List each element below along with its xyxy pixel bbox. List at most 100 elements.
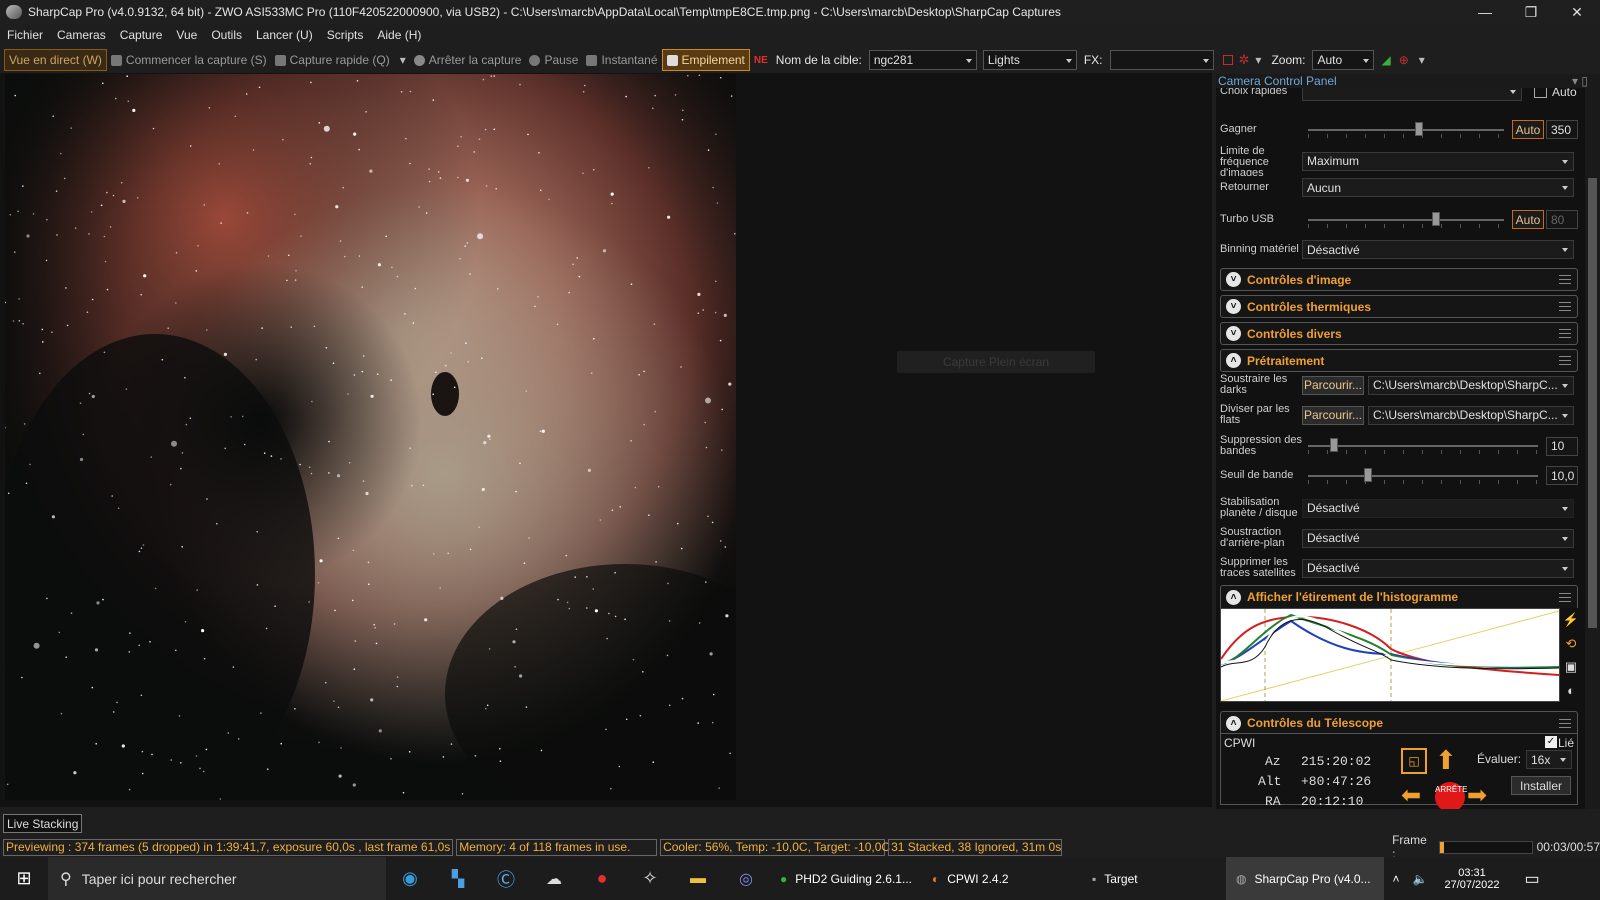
- target-name-combo[interactable]: ngc281: [868, 50, 977, 70]
- quick-choice-select[interactable]: [1302, 88, 1522, 101]
- maximize-button[interactable]: ❐: [1508, 0, 1554, 24]
- cortana-icon[interactable]: Ⓒ: [482, 857, 530, 900]
- app-icon[interactable]: ▚: [434, 857, 482, 900]
- menu-outils[interactable]: Outils: [204, 28, 249, 42]
- usb-turbo-auto-button[interactable]: Auto: [1512, 210, 1544, 229]
- gain-auto-button[interactable]: Auto: [1512, 120, 1544, 139]
- section-misc-controls[interactable]: ˅ Contrôles divers: [1220, 322, 1578, 345]
- arrow-up-icon[interactable]: ⬆: [1435, 746, 1457, 774]
- linked-checkbox[interactable]: ✓: [1545, 736, 1557, 748]
- banding-slider[interactable]: [1308, 438, 1538, 454]
- chevron-down-icon[interactable]: ▾: [1255, 53, 1261, 67]
- hamburger-icon[interactable]: [1559, 718, 1571, 728]
- gain-slider[interactable]: [1308, 121, 1504, 138]
- minimize-button[interactable]: —: [1462, 0, 1508, 24]
- stacking-button[interactable]: Empilement: [661, 49, 750, 71]
- fullscreen-capture-button[interactable]: Capture Plein écran: [897, 351, 1095, 373]
- chevron-down-icon[interactable]: ▾: [400, 53, 406, 67]
- chevron-down-icon[interactable]: ▾: [1419, 53, 1425, 67]
- menu-lancer[interactable]: Lancer (U): [249, 28, 320, 42]
- discord-icon[interactable]: ◎: [722, 857, 770, 900]
- start-capture-button[interactable]: Commencer la capture (S): [107, 49, 271, 71]
- background-select[interactable]: Désactivé: [1302, 528, 1574, 548]
- section-preprocessing[interactable]: ˄ Prétraitement: [1220, 349, 1578, 372]
- flats-path-select[interactable]: C:\Users\marcb\Desktop\SharpC...: [1368, 405, 1574, 425]
- section-histogram[interactable]: ˄ Afficher l'étirement de l'histogramme: [1220, 585, 1578, 608]
- menu-vue[interactable]: Vue: [169, 28, 204, 42]
- menu-scripts[interactable]: Scripts: [320, 28, 371, 42]
- rate-select[interactable]: 16x: [1526, 750, 1572, 769]
- save-icon[interactable]: ▣: [1565, 659, 1577, 675]
- magnifier-icon[interactable]: ⊕: [1399, 53, 1409, 67]
- snapshot-button[interactable]: Instantané: [582, 49, 661, 71]
- section-telescope[interactable]: ˄ Contrôles du Télescope: [1220, 711, 1578, 734]
- histogram-chart[interactable]: [1220, 608, 1560, 702]
- clock[interactable]: 03:31 27/07/2022: [1432, 857, 1512, 900]
- live-view-button[interactable]: Vue en direct (W): [4, 49, 107, 71]
- usb-turbo-slider-thumb[interactable]: [1432, 211, 1441, 226]
- satellite-select[interactable]: Désactivé: [1302, 558, 1574, 578]
- menu-fichier[interactable]: Fichier: [0, 28, 50, 42]
- auto-checkbox[interactable]: [1534, 88, 1547, 98]
- close-button[interactable]: ✕: [1554, 0, 1600, 24]
- usb-turbo-value[interactable]: 80: [1546, 210, 1578, 229]
- menu-aide[interactable]: Aide (H): [370, 28, 428, 42]
- hamburger-icon[interactable]: [1559, 302, 1571, 311]
- arrow-right-icon[interactable]: ➡: [1467, 784, 1487, 808]
- stabilization-select[interactable]: Désactivé: [1302, 498, 1574, 518]
- banding-slider-thumb[interactable]: [1330, 438, 1339, 452]
- zoom-combo[interactable]: Auto: [1312, 50, 1375, 70]
- taskbar-app-phd2[interactable]: ● PHD2 Guiding 2.6.1...: [770, 857, 922, 900]
- weather-icon[interactable]: ☁: [530, 857, 578, 900]
- live-stacking-tab[interactable]: Live Stacking: [3, 814, 83, 833]
- folder-icon[interactable]: ▬: [674, 857, 722, 900]
- pin-icon[interactable]: ▾ ▯: [1572, 74, 1588, 88]
- fps-select[interactable]: Maximum: [1302, 151, 1574, 171]
- flats-browse-button[interactable]: Parcourir...: [1302, 405, 1364, 425]
- binning-select[interactable]: Désactivé: [1302, 240, 1574, 259]
- lightning-icon[interactable]: ⚡: [1563, 612, 1579, 628]
- volume-icon[interactable]: 🔈: [1408, 857, 1432, 900]
- taskbar-app-sharpcap[interactable]: ◍ SharpCap Pro (v4.0...: [1226, 857, 1384, 900]
- pause-button[interactable]: Pause: [525, 49, 582, 71]
- menu-capture[interactable]: Capture: [113, 28, 170, 42]
- hamburger-icon[interactable]: [1559, 356, 1571, 365]
- quick-capture-button[interactable]: Capture rapide (Q) ▾: [271, 49, 410, 71]
- fx-combo[interactable]: [1109, 50, 1214, 70]
- reset-icon[interactable]: ⟲: [1566, 636, 1577, 652]
- usb-turbo-slider[interactable]: [1308, 211, 1504, 228]
- histogram-icon[interactable]: ◢: [1381, 53, 1390, 67]
- menu-cameras[interactable]: Cameras: [50, 28, 113, 42]
- start-button[interactable]: ⊞: [0, 857, 48, 900]
- flip-select[interactable]: Aucun: [1302, 178, 1574, 197]
- park-icon[interactable]: ◱: [1401, 748, 1427, 774]
- arrow-left-icon[interactable]: ⬅: [1401, 784, 1421, 808]
- section-thermal-controls[interactable]: ˅ Contrôles thermiques: [1220, 295, 1578, 318]
- frame-type-combo[interactable]: Lights: [982, 50, 1077, 70]
- tray-chevron-icon[interactable]: ˄: [1384, 857, 1408, 900]
- reticle-icon[interactable]: ✲: [1239, 52, 1250, 68]
- gain-slider-thumb[interactable]: [1415, 121, 1424, 136]
- crop-icon[interactable]: [1222, 55, 1233, 65]
- stop-button[interactable]: ARRÊTE: [1435, 782, 1467, 809]
- scrollbar-thumb[interactable]: [1588, 178, 1597, 628]
- install-button[interactable]: Installer: [1511, 776, 1571, 795]
- darks-browse-button[interactable]: Parcourir...: [1302, 375, 1364, 395]
- taskbar-search[interactable]: ⚲ Taper ici pour rechercher: [48, 857, 386, 900]
- hamburger-icon[interactable]: [1559, 592, 1571, 602]
- taskbar-app-target[interactable]: ▪ Target: [1074, 857, 1226, 900]
- gain-value[interactable]: 350: [1546, 120, 1578, 139]
- red-app-icon[interactable]: ●: [578, 857, 626, 900]
- stop-capture-button[interactable]: Arrêter la capture: [410, 49, 526, 71]
- contrast-icon[interactable]: ◐: [1567, 683, 1575, 698]
- edge-icon[interactable]: ◉: [386, 857, 434, 900]
- darks-path-select[interactable]: C:\Users\marcb\Desktop\SharpC...: [1368, 375, 1574, 395]
- threshold-slider-thumb[interactable]: [1363, 467, 1372, 482]
- threshold-slider[interactable]: [1308, 467, 1538, 484]
- notification-icon[interactable]: ▭: [1512, 857, 1552, 900]
- hamburger-icon[interactable]: [1559, 329, 1571, 338]
- section-image-controls[interactable]: ˅ Contrôles d'image: [1220, 268, 1578, 291]
- taskbar-app-cpwi[interactable]: ◐ CPWI 2.4.2: [922, 857, 1074, 900]
- hamburger-icon[interactable]: [1559, 275, 1571, 284]
- threshold-value[interactable]: 10,0: [1546, 466, 1578, 485]
